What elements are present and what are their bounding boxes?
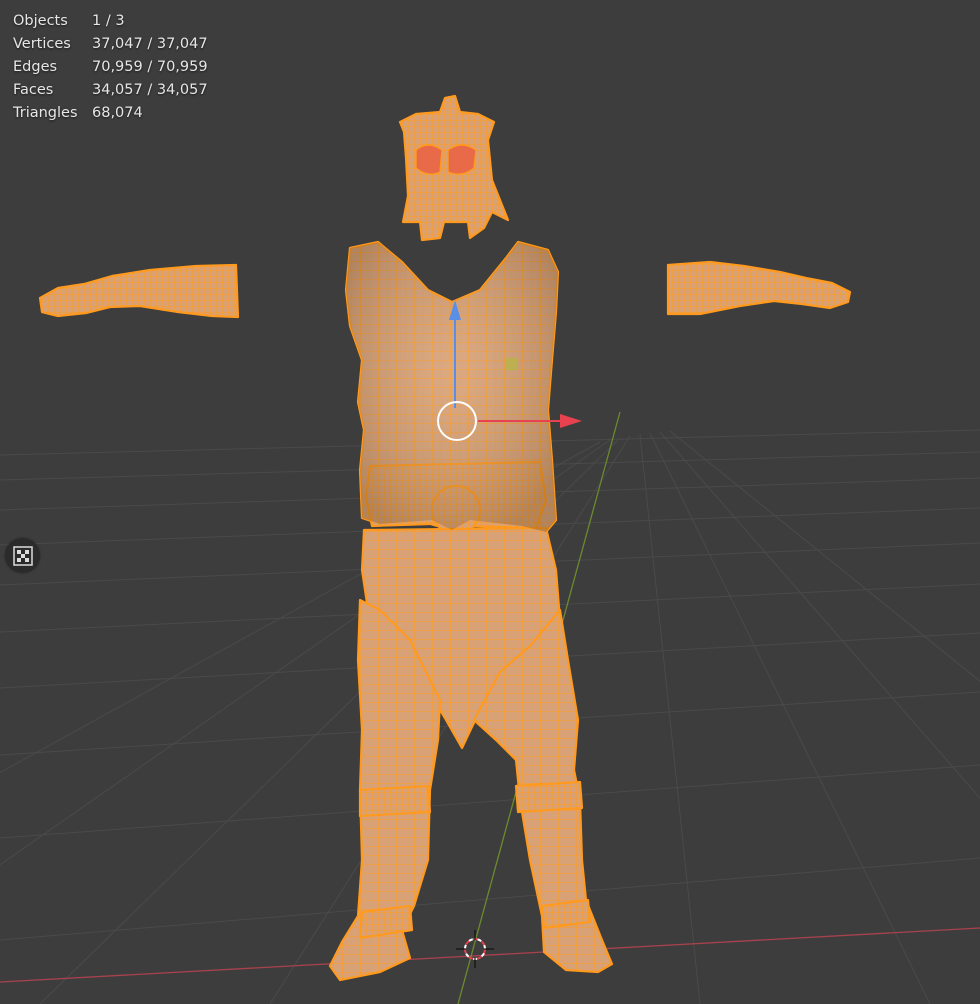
right-ankle-strap (540, 898, 592, 930)
x-axis-line (0, 927, 980, 983)
stat-value: 34,057 / 34,057 (92, 82, 208, 98)
viewport-scene[interactable] (0, 0, 980, 1004)
stat-row-edges: Edges 70,959 / 70,959 (13, 56, 208, 79)
stat-value: 70,959 / 70,959 (92, 59, 208, 75)
viewport-overlay-button[interactable] (5, 538, 40, 573)
left-boot-strap (358, 784, 432, 818)
helmet-eye-right (447, 144, 477, 175)
helmet-eye-left (415, 144, 443, 175)
stat-row-faces: Faces 34,057 / 34,057 (13, 79, 208, 102)
torso-shading (346, 242, 558, 532)
stat-row-vertices: Vertices 37,047 / 37,047 (13, 33, 208, 56)
gizmo-x-arrow[interactable] (560, 414, 582, 428)
left-arm[interactable] (38, 263, 240, 319)
stat-label: Objects (13, 13, 68, 29)
stat-value: 68,074 (92, 105, 143, 121)
stat-row-triangles: Triangles 68,074 (13, 102, 208, 125)
statistics-overlay: Objects 1 / 3 Vertices 37,047 / 37,047 E… (13, 10, 208, 125)
stat-label: Vertices (13, 36, 71, 52)
stat-value: 1 / 3 (92, 13, 125, 29)
checker-grid-icon (12, 545, 33, 566)
stat-row-objects: Objects 1 / 3 (13, 10, 208, 33)
left-ankle-strap (358, 904, 414, 940)
3d-cursor-icon[interactable] (456, 930, 494, 968)
stat-label: Triangles (13, 105, 78, 121)
3d-viewport[interactable]: Objects 1 / 3 Vertices 37,047 / 37,047 E… (0, 0, 980, 1004)
selected-face-marker (506, 358, 518, 370)
armor-mesh[interactable] (38, 94, 852, 982)
right-boot-strap (514, 780, 584, 814)
stat-label: Faces (13, 82, 54, 98)
right-arm[interactable] (666, 260, 852, 316)
stat-value: 37,047 / 37,047 (92, 36, 208, 52)
stat-label: Edges (13, 59, 58, 75)
